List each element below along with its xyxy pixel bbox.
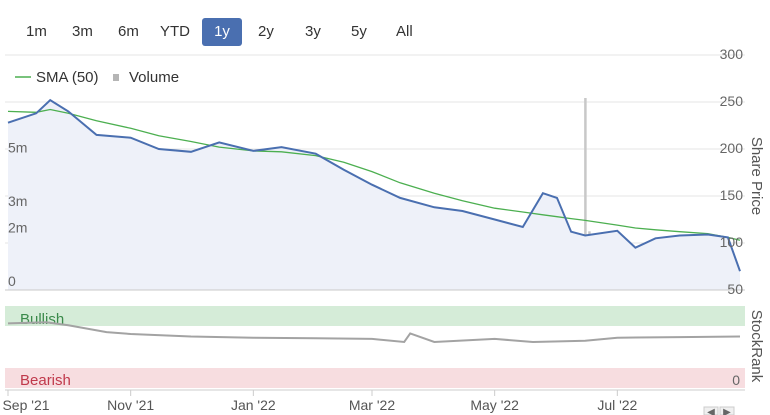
price-tick-label: 150 xyxy=(720,187,744,203)
scroll-left-icon: ◀ xyxy=(707,407,715,415)
x-tick-label: Jan '22 xyxy=(231,397,276,413)
price-tick-label: 200 xyxy=(720,140,744,156)
x-tick-label: Sep '21 xyxy=(2,397,49,413)
volume-tick-label: 3m xyxy=(8,193,27,209)
price-tick-label: 250 xyxy=(720,93,744,109)
legend-volume-swatch xyxy=(113,74,119,81)
price-tick-label: 100 xyxy=(720,234,744,250)
stockrank-axis-title: StockRank xyxy=(748,310,765,383)
scroll-right-icon: ▶ xyxy=(723,407,731,415)
x-tick-label: Jul '22 xyxy=(597,397,637,413)
volume-tick-label: 2m xyxy=(8,220,27,236)
stockrank-zero-tick: 0 xyxy=(732,372,740,388)
bearish-label: Bearish xyxy=(20,372,71,389)
legend-volume-label: Volume xyxy=(129,69,179,86)
x-axis-ticks: Sep '21 Nov '21 Jan '22 Mar '22 May '22 Jul '… xyxy=(2,390,638,413)
bullish-label: Bullish xyxy=(20,311,64,328)
x-axis-arrows: ◀ ▶ xyxy=(703,406,735,415)
x-tick-label: Nov '21 xyxy=(107,397,154,413)
legend: SMA (50) Volume xyxy=(15,69,179,86)
price-area xyxy=(8,100,740,290)
stock-chart: SMA (50) Volume 50 100 150 200 250 300 0 2m 3m 5… xyxy=(2,46,765,415)
price-tick-label: 300 xyxy=(720,46,744,62)
price-tick-label: 50 xyxy=(727,281,743,297)
bearish-band xyxy=(5,368,745,388)
bullish-band xyxy=(5,306,745,326)
legend-sma-label: SMA (50) xyxy=(36,69,99,86)
price-axis-title: Share Price xyxy=(748,137,765,215)
volume-tick-label: 5m xyxy=(8,140,27,156)
x-tick-label: May '22 xyxy=(470,397,519,413)
x-tick-label: Mar '22 xyxy=(349,397,395,413)
volume-tick-label: 0 xyxy=(8,273,16,289)
